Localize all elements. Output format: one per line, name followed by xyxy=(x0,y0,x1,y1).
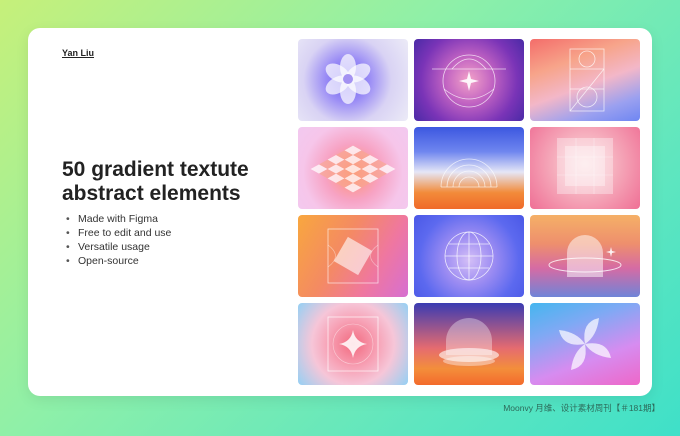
title-line-1: 50 gradient textute xyxy=(62,158,249,181)
tile-circle-sparkle[interactable] xyxy=(414,39,524,121)
dome-icon xyxy=(439,318,499,366)
page-title: 50 gradient textute abstract elements xyxy=(62,158,302,206)
planet-ring-icon xyxy=(548,235,622,277)
geometric-grid-icon xyxy=(569,48,605,112)
title-line-2: abstract elements xyxy=(62,182,241,205)
four-point-star-icon xyxy=(327,316,379,372)
tile-dome[interactable] xyxy=(414,303,524,385)
globe-icon xyxy=(444,231,494,281)
checker-plane-icon xyxy=(310,145,396,193)
tile-checker-plane[interactable] xyxy=(298,127,408,209)
tile-four-point-star[interactable] xyxy=(298,303,408,385)
nested-squares-icon xyxy=(557,138,613,194)
swirl-flower-icon xyxy=(325,54,371,104)
tile-nested-squares[interactable] xyxy=(530,127,640,209)
footer-credit: Moonvy 月维、设计素材周刊【＃181期】 xyxy=(503,403,660,413)
feature-list: Made with Figma Free to edit and use Ver… xyxy=(66,212,171,268)
preview-grid xyxy=(298,39,640,385)
feature-item: Open-source xyxy=(66,254,171,268)
tile-wireframe-globe[interactable] xyxy=(414,215,524,297)
tile-pinwheel[interactable] xyxy=(530,303,640,385)
pinwheel-icon xyxy=(559,318,611,370)
feature-item: Free to edit and use xyxy=(66,226,171,240)
feature-item: Made with Figma xyxy=(66,212,171,226)
tile-planet-ring[interactable] xyxy=(530,215,640,297)
tile-concentric-arcs[interactable] xyxy=(414,127,524,209)
tile-geometric-grid[interactable] xyxy=(530,39,640,121)
author-link[interactable]: Yan Liu xyxy=(62,48,94,58)
concentric-arcs-icon xyxy=(440,158,498,188)
feature-item: Versatile usage xyxy=(66,240,171,254)
tile-swirl-flower[interactable] xyxy=(298,39,408,121)
content-card: Yan Liu 50 gradient textute abstract ele… xyxy=(28,28,652,396)
rotated-square-icon xyxy=(327,228,379,284)
tile-rotated-square[interactable] xyxy=(298,215,408,297)
circle-star-icon xyxy=(432,54,506,108)
